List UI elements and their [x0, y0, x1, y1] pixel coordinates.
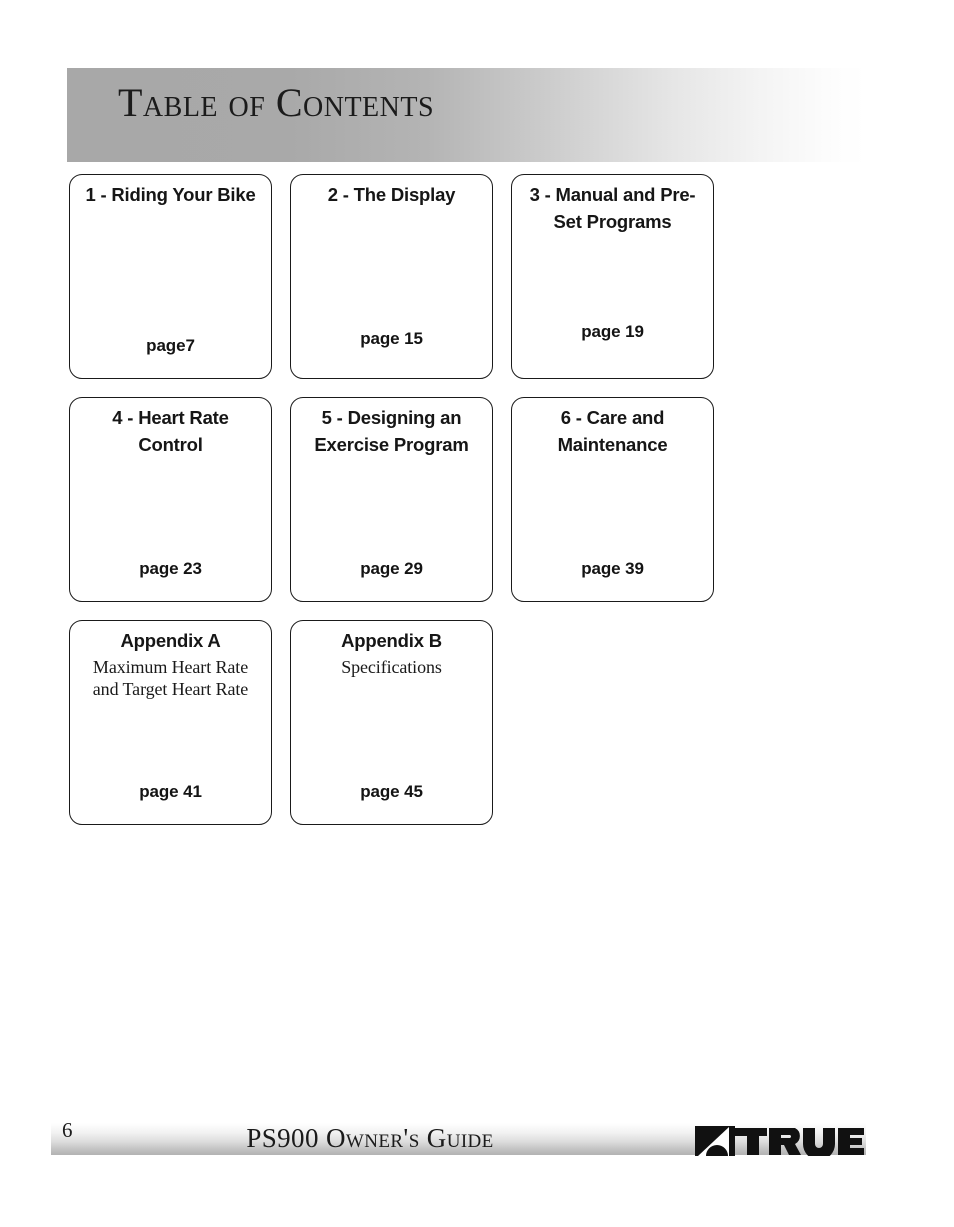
true-wordmark: [733, 1128, 864, 1156]
toc-entry-page-label: page 45: [360, 782, 423, 801]
toc-entry-subtitle: Maximum Heart Rate and Target Heart Rate: [92, 656, 249, 699]
toc-entry-box[interactable]: Appendix B Specifications page 45: [290, 620, 493, 825]
toc-entry-title: 4 - Heart Rate Control: [112, 407, 229, 455]
toc-entry-page-label: page 39: [581, 559, 644, 578]
toc-entry-box[interactable]: 4 - Heart Rate Control page 23: [69, 397, 272, 602]
toc-entry-title: Appendix A: [120, 630, 221, 651]
toc-row: Appendix A Maximum Heart Rate and Target …: [69, 620, 749, 825]
toc-entry-page-label: page 23: [139, 559, 202, 578]
toc-row: 4 - Heart Rate Control page 23 5 - Designi…: [69, 397, 749, 602]
toc-entry-page-label: page 19: [581, 322, 644, 341]
footer-guide-title: PS900 Owner's Guide: [246, 1123, 494, 1153]
toc-entry-box[interactable]: 2 - The Display page 15: [290, 174, 493, 379]
toc-entry-title: 3 - Manual and Pre-Set Programs: [529, 184, 696, 232]
toc-entry-title: 5 - Designing an Exercise Program: [314, 407, 469, 455]
toc-entry-box[interactable]: 3 - Manual and Pre-Set Programs page 19: [511, 174, 714, 379]
true-brand-logo: [695, 1126, 865, 1156]
toc-entry-page-label: page7: [146, 336, 195, 355]
toc-entry-box[interactable]: Appendix A Maximum Heart Rate and Target …: [69, 620, 272, 825]
toc-row: 1 - Riding Your Bike page7 2 - The Display…: [69, 174, 749, 379]
toc-entry-page-label: page 41: [139, 782, 202, 801]
toc-entry-page-label: page 29: [360, 559, 423, 578]
toc-entry-title: 6 - Care and Maintenance: [557, 407, 668, 455]
toc-entry-title: Appendix B: [341, 630, 442, 651]
true-swoosh-icon: [695, 1126, 735, 1156]
toc-entry-page-label: page 15: [360, 329, 423, 348]
toc-entry-subtitle: Specifications: [341, 656, 442, 677]
toc-entry-box[interactable]: 1 - Riding Your Bike page7: [69, 174, 272, 379]
table-of-contents-grid: 1 - Riding Your Bike page7 2 - The Display…: [69, 174, 749, 843]
toc-entry-title: 2 - The Display: [327, 184, 456, 205]
toc-entry-title: 1 - Riding Your Bike: [85, 184, 256, 205]
toc-entry-box[interactable]: 6 - Care and Maintenance page 39: [511, 397, 714, 602]
page-title: Table of Contents: [118, 80, 435, 125]
toc-entry-box[interactable]: 5 - Designing an Exercise Program page 29: [290, 397, 493, 602]
